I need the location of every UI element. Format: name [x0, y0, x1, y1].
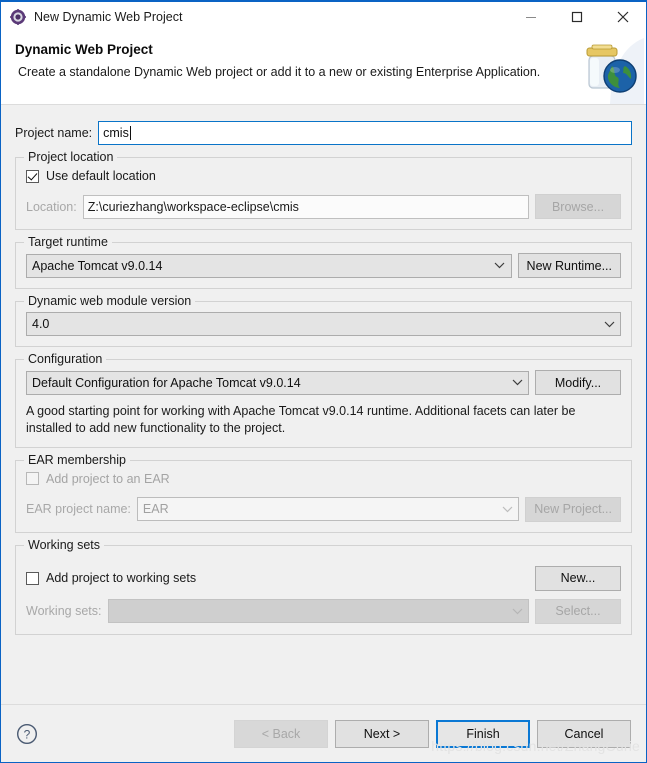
close-icon[interactable] [600, 2, 646, 32]
project-location-group: Project location Use default location Lo… [15, 150, 632, 230]
add-to-ear-row[interactable]: Add project to an EAR [26, 469, 621, 489]
ear-membership-group: EAR membership Add project to an EAR EAR… [15, 452, 632, 533]
module-version-combo[interactable]: 4.0 [26, 312, 621, 336]
new-dynamic-web-project-dialog: New Dynamic Web Project Dynamic Web Proj… [0, 0, 647, 763]
add-to-working-sets-checkbox-row[interactable]: Add project to working sets [26, 568, 535, 588]
configuration-combo[interactable]: Default Configuration for Apache Tomcat … [26, 370, 529, 395]
ear-project-name-label: EAR project name: [26, 502, 131, 517]
configuration-row: Default Configuration for Apache Tomcat … [26, 370, 621, 395]
use-default-location-checkbox[interactable] [26, 169, 39, 183]
ear-project-name-value: EAR [142, 502, 169, 517]
new-working-set-button[interactable]: New... [535, 565, 621, 591]
working-sets-combo [107, 599, 529, 624]
project-location-legend: Project location [24, 150, 118, 164]
back-button: < Back [234, 719, 328, 748]
add-to-ear-label: Add project to an EAR [46, 471, 170, 486]
new-runtime-button[interactable]: New Runtime... [517, 253, 621, 278]
module-version-row: 4.0 [26, 312, 621, 336]
chevron-down-icon [506, 379, 528, 386]
dialog-body: Project name: cmis Project location Use … [1, 105, 646, 704]
window-title: New Dynamic Web Project [34, 10, 183, 24]
working-sets-label: Working sets: [26, 604, 102, 619]
add-to-working-sets-row: Add project to working sets New... [26, 565, 621, 591]
jar-globe-icon [572, 32, 644, 104]
module-version-value: 4.0 [32, 317, 50, 331]
next-button[interactable]: Next > [335, 719, 429, 748]
working-sets-legend: Working sets [24, 537, 105, 552]
target-runtime-group: Target runtime Apache Tomcat v9.0.14 New… [15, 235, 632, 289]
location-input: Z:\curiezhang\workspace-eclipse\cmis [82, 194, 529, 219]
add-to-working-sets-checkbox[interactable] [26, 571, 39, 585]
configuration-description: A good starting point for working with A… [26, 404, 576, 435]
eclipse-wizard-icon [10, 9, 26, 25]
wizard-header: Dynamic Web Project Create a standalone … [1, 32, 646, 105]
module-version-group: Dynamic web module version 4.0 [15, 294, 632, 347]
chevron-down-icon [506, 608, 528, 615]
location-value: Z:\curiezhang\workspace-eclipse\cmis [87, 199, 299, 214]
cancel-button[interactable]: Cancel [537, 719, 631, 748]
project-name-row: Project name: cmis [15, 121, 632, 145]
text-caret [129, 126, 131, 140]
finish-button[interactable]: Finish [436, 719, 530, 748]
configuration-group: Configuration Default Configuration for … [15, 352, 632, 448]
use-default-location-label: Use default location [46, 169, 156, 183]
add-to-working-sets-label: Add project to working sets [46, 571, 197, 586]
use-default-location-row[interactable]: Use default location [26, 166, 621, 186]
page-title: Dynamic Web Project [15, 42, 153, 57]
location-label: Location: [26, 199, 77, 214]
chevron-down-icon [496, 506, 518, 513]
project-name-value: cmis [103, 126, 129, 140]
target-runtime-value: Apache Tomcat v9.0.14 [32, 258, 163, 273]
add-to-ear-checkbox[interactable] [26, 472, 39, 486]
svg-text:?: ? [24, 727, 31, 741]
maximize-icon[interactable] [554, 2, 600, 32]
project-name-input[interactable]: cmis [98, 121, 632, 145]
target-runtime-legend: Target runtime [24, 235, 112, 249]
help-icon[interactable]: ? [16, 723, 38, 745]
ear-project-name-combo: EAR [136, 497, 520, 522]
minimize-icon[interactable] [508, 2, 554, 32]
target-runtime-combo[interactable]: Apache Tomcat v9.0.14 [26, 253, 512, 278]
dialog-footer: ? < Back Next > Finish Cancel https://bl… [1, 704, 646, 762]
location-row: Location: Z:\curiezhang\workspace-eclips… [26, 194, 621, 219]
configuration-legend: Configuration [24, 352, 107, 366]
working-sets-row: Working sets: Select... [26, 598, 621, 624]
browse-button: Browse... [535, 194, 621, 219]
configuration-value: Default Configuration for Apache Tomcat … [32, 375, 301, 390]
ear-project-name-row: EAR project name: EAR New Project... [26, 496, 621, 522]
new-ear-project-button: New Project... [525, 496, 621, 522]
target-runtime-row: Apache Tomcat v9.0.14 New Runtime... [26, 253, 621, 278]
working-sets-group: Working sets Add project to working sets… [15, 537, 632, 635]
select-working-sets-button: Select... [535, 598, 621, 624]
chevron-down-icon [489, 262, 511, 269]
title-bar: New Dynamic Web Project [1, 2, 646, 32]
module-version-legend: Dynamic web module version [24, 294, 196, 308]
ear-membership-legend: EAR membership [24, 452, 130, 467]
chevron-down-icon [598, 321, 620, 328]
modify-configuration-button[interactable]: Modify... [535, 370, 621, 395]
page-description: Create a standalone Dynamic Web project … [18, 65, 541, 79]
project-name-label: Project name: [15, 126, 93, 140]
